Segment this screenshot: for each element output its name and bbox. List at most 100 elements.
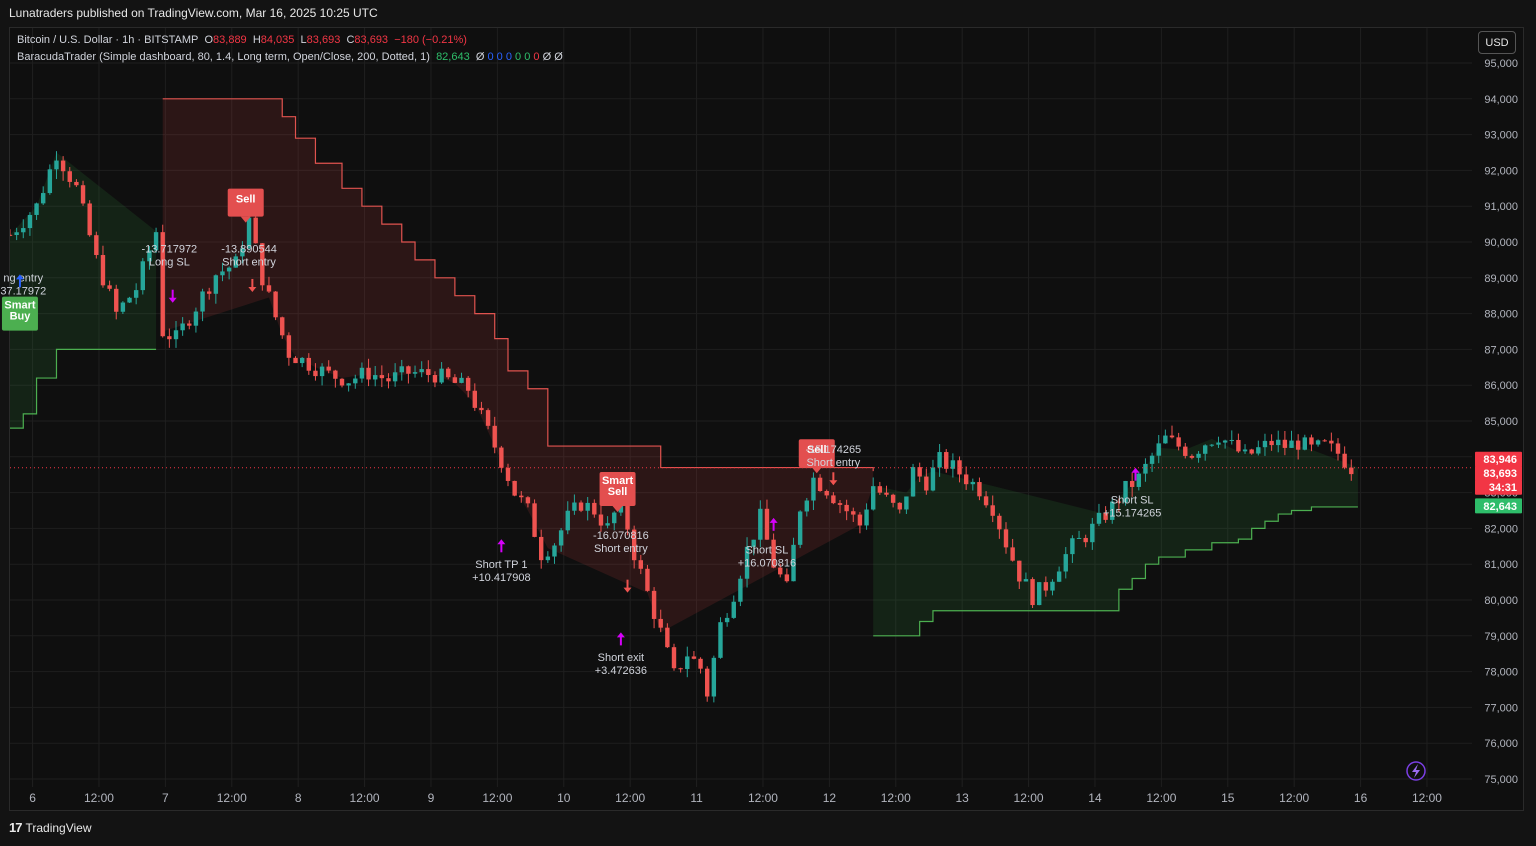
candle-body bbox=[133, 290, 139, 298]
candle-body bbox=[366, 367, 371, 380]
candle-body bbox=[718, 622, 723, 658]
annotation-text: Short exit bbox=[598, 652, 644, 664]
candle-body bbox=[764, 508, 770, 540]
candle-body bbox=[1017, 560, 1022, 582]
candle-body bbox=[140, 261, 145, 291]
candle-body bbox=[811, 477, 816, 501]
low-value: 83,693 bbox=[306, 34, 341, 46]
up-arrow-icon bbox=[616, 632, 625, 646]
candle-body bbox=[1176, 437, 1181, 447]
candle-body bbox=[1143, 463, 1148, 474]
trade-annotation: -16.070816Short entry bbox=[593, 530, 649, 555]
candle-body bbox=[406, 366, 411, 374]
candle-body bbox=[373, 375, 378, 380]
signal-label: Buy bbox=[10, 311, 32, 323]
candle-body bbox=[1169, 435, 1175, 438]
candle-body bbox=[426, 369, 431, 376]
y-tick-label: 77,000 bbox=[1484, 702, 1518, 714]
candle-body bbox=[1003, 529, 1009, 548]
x-tick-label: 12:00 bbox=[1146, 791, 1176, 805]
candle-body bbox=[558, 530, 564, 546]
candle-body bbox=[193, 311, 199, 326]
candle-body bbox=[21, 228, 26, 233]
annotation-text: Short SL bbox=[1111, 494, 1154, 506]
candle-body bbox=[220, 271, 225, 276]
candle-body bbox=[539, 536, 544, 561]
price-badge-text: 82,643 bbox=[1483, 501, 1517, 513]
candle-body bbox=[738, 578, 743, 602]
x-tick-label: 12:00 bbox=[482, 791, 512, 805]
candle-body bbox=[446, 368, 451, 378]
candle-body bbox=[339, 378, 345, 386]
tradingview-logo-icon: 17 bbox=[9, 820, 23, 835]
high-label: H bbox=[252, 34, 261, 46]
candle-body bbox=[499, 447, 504, 468]
candle-body bbox=[47, 169, 53, 194]
trade-annotation: ng entry37.17972 bbox=[0, 272, 46, 297]
candle-body bbox=[353, 378, 358, 384]
candle-body bbox=[944, 452, 949, 469]
annotation-text: -16.070816 bbox=[593, 530, 649, 542]
candle-body bbox=[552, 545, 557, 557]
x-tick-label: 12:00 bbox=[1279, 791, 1309, 805]
candle-body bbox=[299, 357, 305, 364]
trade-annotation: -13.717972Long SL bbox=[142, 244, 198, 269]
candle-body bbox=[1037, 582, 1042, 606]
plot-area bbox=[10, 28, 1472, 787]
indicator-flag: Ø bbox=[475, 51, 485, 63]
y-tick-label: 81,000 bbox=[1484, 559, 1518, 571]
annotation-text: +10.417908 bbox=[472, 572, 530, 584]
candle-body bbox=[1295, 440, 1301, 450]
candle-body bbox=[851, 511, 856, 515]
candle-body bbox=[399, 366, 404, 373]
candle-body bbox=[1256, 447, 1261, 454]
candle-body bbox=[1289, 440, 1294, 448]
candle-body bbox=[937, 452, 942, 468]
symbol-title[interactable]: Bitcoin / U.S. Dollar · 1h · BITSTAMP bbox=[17, 34, 198, 46]
indicator-title[interactable]: BaracudaTrader (Simple dashboard, 80, 1.… bbox=[17, 51, 430, 63]
candle-body bbox=[107, 285, 112, 289]
annotation-text: Short entry bbox=[222, 257, 276, 269]
price-chart[interactable]: SmartBuySellSmartSellSellng entry37.1797… bbox=[0, 0, 1536, 846]
candle-body bbox=[519, 495, 524, 498]
candle-body bbox=[1129, 480, 1135, 487]
candle-body bbox=[27, 214, 33, 229]
indicator-flag: 0 bbox=[496, 51, 503, 63]
candle-body bbox=[319, 366, 325, 377]
candle-body bbox=[200, 291, 205, 312]
candle-body bbox=[1349, 467, 1354, 475]
y-tick-label: 85,000 bbox=[1484, 416, 1518, 428]
annotation-text: Short entry bbox=[594, 543, 648, 555]
candle-body bbox=[452, 377, 458, 383]
annotation-text: +16.070816 bbox=[738, 557, 796, 569]
indicator-flag: 0 bbox=[515, 51, 522, 63]
annotation-text: Short TP 1 bbox=[475, 559, 527, 571]
annotation-text: ng entry bbox=[3, 272, 43, 284]
y-tick-label: 75,000 bbox=[1484, 774, 1518, 786]
candle-body bbox=[545, 556, 551, 561]
x-tick-label: 12:00 bbox=[615, 791, 645, 805]
candle-body bbox=[917, 467, 922, 477]
x-tick-label: 12:00 bbox=[1014, 791, 1044, 805]
candle-body bbox=[1149, 455, 1155, 464]
tradingview-footer[interactable]: 17 TradingView bbox=[9, 820, 92, 835]
candle-body bbox=[386, 378, 391, 382]
candle-body bbox=[837, 503, 843, 505]
candle-body bbox=[1010, 547, 1015, 561]
candle-body bbox=[705, 668, 710, 697]
open-value: 83,889 bbox=[213, 34, 247, 46]
candle-body bbox=[346, 383, 351, 386]
currency-button[interactable]: USD bbox=[1478, 31, 1516, 54]
candle-body bbox=[724, 617, 730, 623]
candle-body bbox=[1216, 442, 1221, 445]
candle-body bbox=[1203, 445, 1208, 454]
candle-body bbox=[465, 377, 471, 391]
close-value: 83,693 bbox=[354, 34, 389, 46]
indicator-legend: BaracudaTrader (Simple dashboard, 80, 1.… bbox=[17, 51, 563, 63]
indicator-flag: Ø bbox=[542, 51, 552, 63]
candle-body bbox=[412, 372, 418, 374]
candle-body bbox=[1030, 579, 1035, 606]
candle-body bbox=[34, 203, 39, 215]
x-tick-label: 16 bbox=[1354, 791, 1368, 805]
annotation-text: Short SL bbox=[746, 544, 789, 556]
